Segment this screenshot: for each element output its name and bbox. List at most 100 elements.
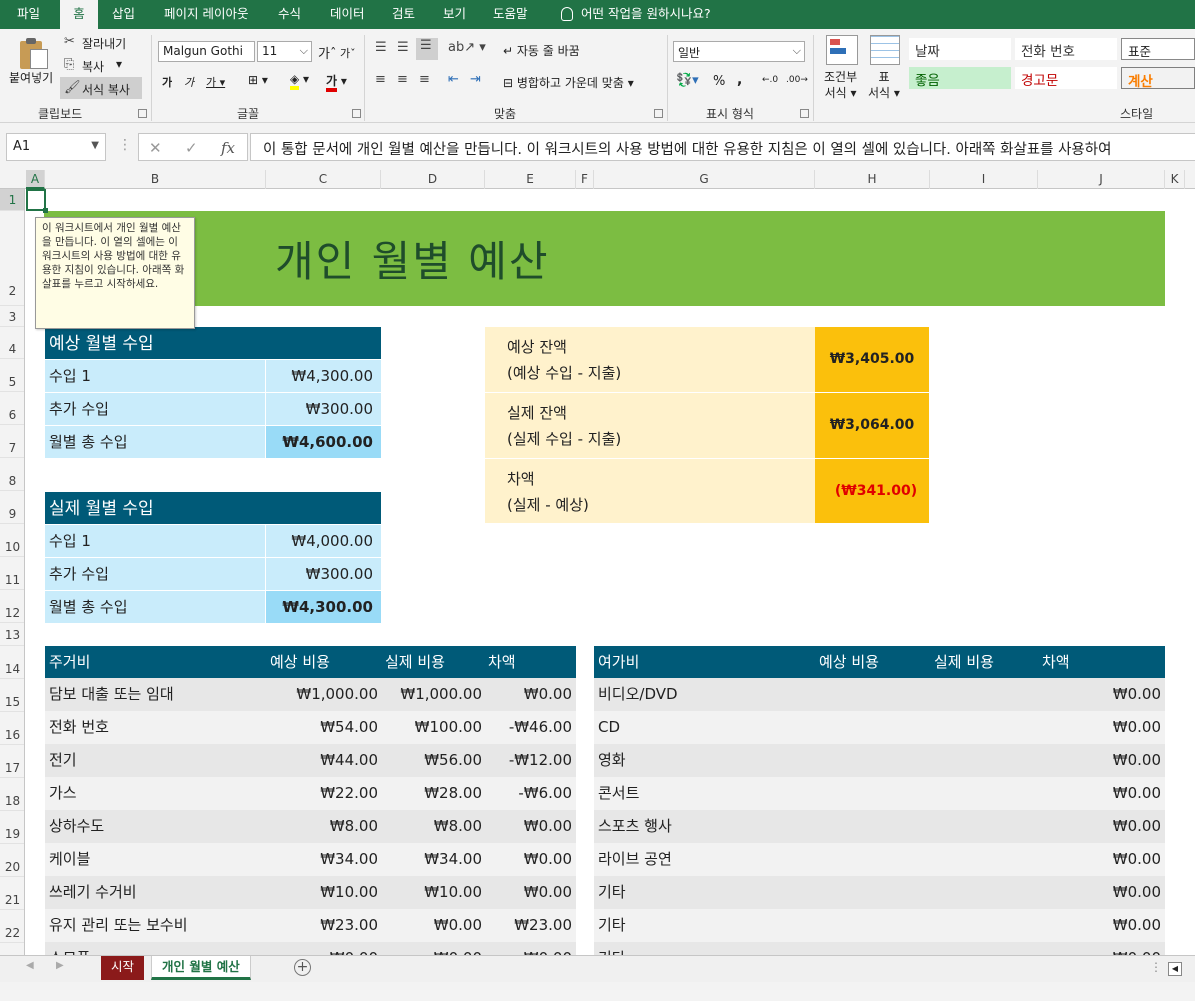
housing-cell-difference[interactable]: -₩6.00 [518,777,572,809]
tab-insert[interactable]: 삽입 [106,0,141,29]
orientation-icon[interactable]: ab↗ ▾ [448,40,486,55]
row-header-2[interactable]: 2 [0,211,24,306]
number-launcher-icon[interactable] [800,109,809,118]
housing-cell-difference[interactable]: ₩0.00 [524,810,572,842]
difference-value[interactable]: (₩341.00) [815,459,929,524]
tell-me-box[interactable]: 어떤 작업을 원하시나요? [555,0,717,29]
housing-header-difference[interactable]: 차액 [488,646,516,678]
housing-cell-projected[interactable]: ₩54.00 [320,711,378,743]
expected-income-header[interactable]: 예상 월별 수입 [45,327,381,359]
leisure-cell-difference[interactable]: ₩0.00 [1113,876,1161,908]
leisure-header-projected[interactable]: 예상 비용 [819,646,879,678]
leisure-cell-category[interactable]: CD [598,711,620,743]
column-header-a[interactable]: A [26,170,45,189]
copy-icon[interactable]: ⎘ [64,57,74,72]
row-header-12[interactable]: 12 [0,590,24,623]
column-header-e[interactable]: E [485,170,576,189]
font-size-select[interactable]: 11 ⌵ [257,41,312,62]
align-middle-icon[interactable]: ☰ [397,40,409,55]
housing-cell-category[interactable]: 전기 [49,744,77,776]
align-right-icon[interactable]: ≡ [419,72,430,87]
leisure-cell-difference[interactable]: ₩0.00 [1113,810,1161,842]
active-cell-a1[interactable] [26,189,48,213]
housing-cell-difference[interactable]: ₩0.00 [524,876,572,908]
currency-icon[interactable]: 💱▾ [676,73,699,88]
row-header-13[interactable]: 13 [0,623,24,646]
column-header-k[interactable]: K [1165,170,1185,189]
cancel-icon[interactable]: ✕ [149,139,162,157]
actual-income-total-label[interactable]: 월별 총 수입 [45,590,265,623]
column-header-j[interactable]: J [1038,170,1165,189]
tab-page-layout[interactable]: 페이지 레이아웃 [158,0,254,29]
cut-button[interactable]: 잘라내기 [82,35,126,52]
row-header-20[interactable]: 20 [0,844,24,877]
style-phone[interactable]: 전화 번호 [1015,38,1117,60]
row-header-3[interactable]: 3 [0,306,24,327]
housing-header-projected[interactable]: 예상 비용 [270,646,330,678]
name-box[interactable]: A1 ▼ [6,133,106,161]
alignment-launcher-icon[interactable] [654,109,663,118]
increase-decimal-icon[interactable]: ←.0 [762,75,778,85]
projected-balance-value[interactable]: ₩3,405.00 [815,327,929,393]
row-header-10[interactable]: 10 [0,524,24,557]
conditional-format-icon[interactable] [826,35,858,65]
housing-cell-category[interactable]: 쓰레기 수거비 [49,876,137,908]
copy-dropdown-icon[interactable]: ▾ [116,57,122,71]
leisure-cell-category[interactable]: 라이브 공연 [598,843,672,875]
leisure-cell-category[interactable]: 콘서트 [598,777,639,809]
row-header-6[interactable]: 6 [0,392,24,425]
enter-icon[interactable]: ✓ [185,139,198,157]
add-sheet-icon[interactable]: + [294,959,311,976]
font-name-select[interactable]: Malgun Gothi [158,41,255,62]
row-header-14[interactable]: 14 [0,646,24,679]
leisure-cell-category[interactable]: 영화 [598,744,626,776]
split-handle-icon[interactable]: ⋮ [1150,960,1162,974]
housing-cell-difference[interactable]: ₩0.00 [524,678,572,710]
housing-cell-category[interactable]: 전화 번호 [49,711,109,743]
row-header-4[interactable]: 4 [0,327,24,359]
row-header-1[interactable]: 1 [0,189,24,211]
column-header-h[interactable]: H [815,170,930,189]
housing-cell-difference[interactable]: ₩0.00 [524,843,572,875]
housing-cell-actual[interactable]: ₩0.00 [434,909,482,941]
align-left-icon[interactable]: ≡ [375,72,386,87]
actual-income-header[interactable]: 실제 월별 수입 [45,492,381,524]
leisure-cell-difference[interactable]: ₩0.00 [1113,744,1161,776]
title-band[interactable] [44,211,1165,306]
insert-function-icon[interactable]: fx [221,139,235,157]
actual-balance-value[interactable]: ₩3,064.00 [815,393,929,459]
housing-cell-difference[interactable]: ₩23.00 [514,909,572,941]
leisure-cell-difference[interactable]: ₩0.00 [1113,678,1161,710]
actual-income-value[interactable]: ₩4,000.00 [266,524,381,557]
housing-cell-category[interactable]: 담보 대출 또는 임대 [49,678,174,710]
format-table-icon[interactable] [870,35,900,65]
tab-formulas[interactable]: 수식 [272,0,307,29]
row-header-8[interactable]: 8 [0,458,24,491]
expected-income-value[interactable]: ₩300.00 [266,392,381,425]
clipboard-launcher-icon[interactable] [138,109,147,118]
merge-center-button[interactable]: ⊟ 병합하고 가운데 맞춤 ▾ [503,74,634,91]
housing-cell-actual[interactable]: ₩100.00 [415,711,482,743]
row-header-7[interactable]: 7 [0,425,24,458]
align-top-icon[interactable]: ☰ [375,40,387,55]
leisure-cell-difference[interactable]: ₩0.00 [1113,711,1161,743]
housing-cell-difference[interactable]: -₩46.00 [509,711,572,743]
housing-cell-category[interactable]: 상하수도 [49,810,104,842]
format-table-button[interactable]: 표 서식 ▾ [868,69,900,101]
column-header-d[interactable]: D [381,170,485,189]
row-header-21[interactable]: 21 [0,877,24,910]
housing-cell-category[interactable]: 가스 [49,777,77,809]
style-good[interactable]: 좋음 [909,67,1011,89]
hscroll-left-icon[interactable]: ◀ [1168,962,1182,976]
actual-income-total-value[interactable]: ₩4,300.00 [266,590,381,623]
decrease-indent-icon[interactable]: ⇤ [448,72,459,87]
housing-cell-actual[interactable]: ₩1,000.00 [400,678,482,710]
increase-indent-icon[interactable]: ⇥ [470,72,481,87]
row-header-17[interactable]: 17 [0,745,24,778]
column-header-f[interactable]: F [576,170,594,189]
font-launcher-icon[interactable] [352,109,361,118]
leisure-cell-category[interactable]: 비디오/DVD [598,678,678,710]
expected-income-value[interactable]: ₩4,300.00 [266,359,381,392]
leisure-header-actual[interactable]: 실제 비용 [934,646,994,678]
leisure-cell-difference[interactable]: ₩0.00 [1113,777,1161,809]
